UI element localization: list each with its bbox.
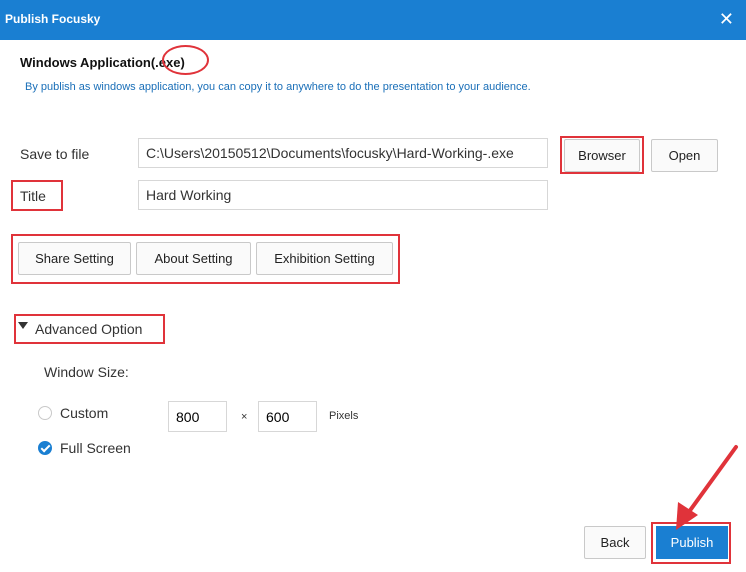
annotation-arrow-icon: [676, 445, 738, 530]
